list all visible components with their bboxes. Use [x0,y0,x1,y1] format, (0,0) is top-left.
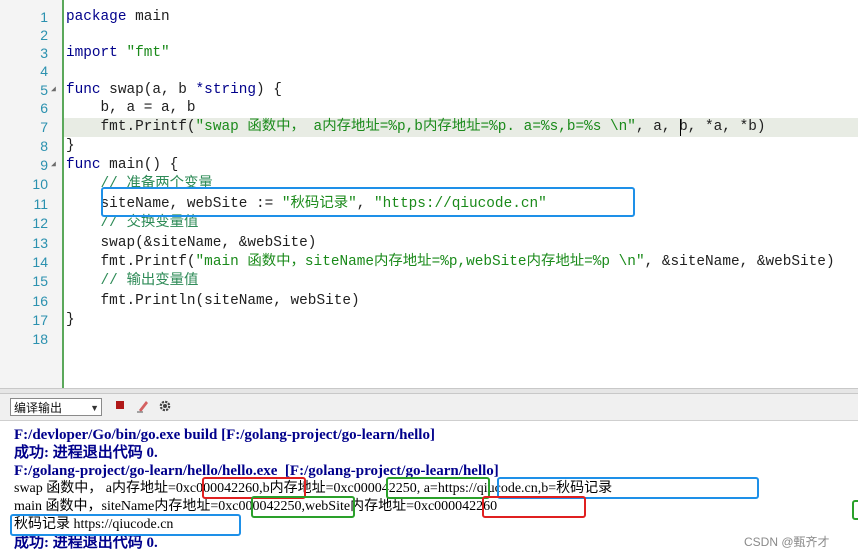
build-output-panel[interactable]: F:/devloper/Go/bin/go.exe build [F:/gola… [0,421,858,559]
gear-icon[interactable] [158,399,172,413]
output-type-value: 编译输出 [14,401,63,415]
annotation-box [101,187,635,217]
code-line-3: import "fmt" [66,44,170,62]
line-number: 14 [32,254,48,270]
code-line-17: } [66,312,75,328]
keyword: package [66,9,127,25]
annotation-box [482,496,586,518]
code-line-6: b, a = a, b [66,100,196,116]
code-line-14: fmt.Printf("main 函数中，siteName内存地址=%p,web… [66,253,835,271]
output-line-build-cmd: F:/devloper/Go/bin/go.exe build [F:/gola… [14,427,435,443]
fold-marker-icon[interactable]: ◢ [51,160,59,169]
code-line-5: func swap(a, b *string) { [66,81,282,99]
line-number: 8 [40,138,48,154]
code-text: ) { [256,82,282,98]
type-name: *string [195,82,256,98]
annotation-box [386,477,490,499]
line-number: 3 [40,45,48,61]
line-number: 18 [32,331,48,347]
code-text: , &siteName, &webSite) [644,254,835,270]
line-number: 17 [32,312,48,328]
line-number-gutter: 1 2 3 4 5 6 7 8 9 10 11 12 13 14 15 16 1… [0,0,62,388]
code-line-15: // 输出变量值 [66,273,199,289]
line-number: 12 [32,215,48,231]
line-number: 7 [40,119,48,135]
keyword: import [66,45,118,61]
line-number: 11 [33,196,48,212]
code-text: , a, b, *a, *b) [635,119,766,135]
fold-marker-icon[interactable]: ◢ [51,85,59,94]
code-line-13: swap(&siteName, &webSite) [66,235,317,251]
code-line-8: } [66,138,75,154]
code-text: main [126,9,170,25]
code-line-9: func main() { [66,156,178,174]
text-caret [680,119,681,136]
output-toolbar: 编译输出 ▼ [0,394,858,421]
line-number: 4 [40,63,48,79]
line-number: 2 [40,27,48,43]
code-text: main() { [100,157,179,173]
annotation-box [852,500,858,520]
line-number: 1 [40,9,48,25]
output-line-success: 成功: 进程退出代码 0. [14,445,158,461]
code-text: fmt.Printf( [66,254,196,270]
annotation-box [10,514,241,536]
string-literal: "fmt" [126,45,170,61]
line-number: 13 [32,235,48,251]
string-literal: "main 函数中，siteName内存地址=%p,webSite内存地址=%p… [195,254,645,270]
annotation-box [251,496,355,518]
code-line-1: package main [66,8,170,26]
line-number: 10 [32,176,48,192]
watermark: CSDN @甄齐才 [744,535,830,549]
code-text: fmt.Printf( [66,119,196,135]
keyword: func [66,157,101,173]
string-literal: "swap 函数中， a内存地址=%p,b内存地址=%p. a=%s,b=%s … [195,119,636,135]
line-number: 5 [40,82,48,98]
code-line-16: fmt.Println(siteName, webSite) [66,293,360,309]
line-number: 15 [32,273,48,289]
code-text: swap(a, b [100,82,196,98]
keyword: func [66,82,101,98]
change-marker-bar [62,0,64,388]
line-number: 16 [32,293,48,309]
line-number: 6 [40,100,48,116]
output-type-select[interactable]: 编译输出 ▼ [10,398,102,416]
code-line-7: fmt.Printf("swap 函数中， a内存地址=%p,b内存地址=%p.… [66,118,766,136]
stop-icon[interactable] [113,399,127,413]
output-line-success: 成功: 进程退出代码 0. [14,535,158,551]
line-number: 9 [40,157,48,173]
chevron-down-icon: ▼ [90,403,99,413]
code-editor[interactable]: 1 2 3 4 5 6 7 8 9 10 11 12 13 14 15 16 1… [0,0,858,388]
clear-icon[interactable] [136,399,150,413]
